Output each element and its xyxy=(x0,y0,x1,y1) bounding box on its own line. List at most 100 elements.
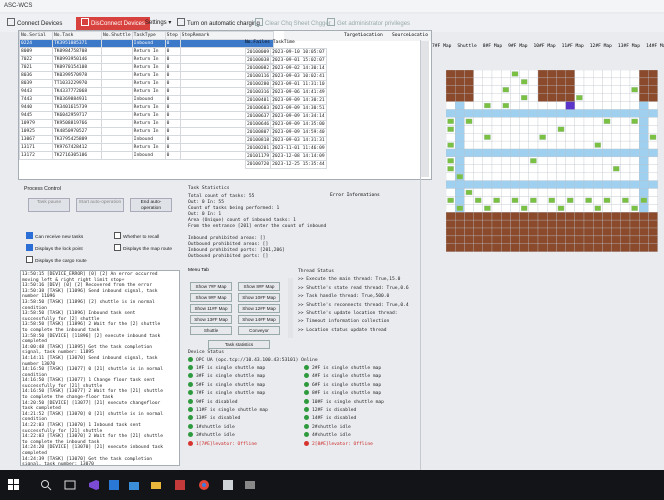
map-cell[interactable] xyxy=(510,85,520,94)
map-cell[interactable] xyxy=(519,133,529,142)
map-cell[interactable] xyxy=(482,117,493,126)
map-storage-zone[interactable] xyxy=(455,70,465,79)
map-cell[interactable] xyxy=(583,133,594,142)
map-storage-zone[interactable] xyxy=(446,227,456,237)
map-lane-cell[interactable] xyxy=(519,109,529,118)
map-storage-zone[interactable] xyxy=(547,212,557,221)
map-lane-cell[interactable] xyxy=(547,109,557,118)
map-cell[interactable] xyxy=(556,164,566,173)
map-cell[interactable] xyxy=(537,204,548,213)
map-storage-zone[interactable] xyxy=(473,243,483,252)
map-lane-cell[interactable] xyxy=(464,148,474,158)
map-lane-cell[interactable] xyxy=(602,180,612,189)
map-storage-zone[interactable] xyxy=(565,243,575,252)
map-storage-zone[interactable] xyxy=(639,93,649,102)
map-storage-zone[interactable] xyxy=(648,227,658,237)
map-cell[interactable] xyxy=(629,196,640,205)
map-shuttle-cell[interactable] xyxy=(622,197,629,203)
map-cell[interactable] xyxy=(528,164,539,173)
menu-button[interactable]: Conveyor xyxy=(238,326,280,335)
map-storage-zone[interactable] xyxy=(501,243,511,252)
table-row[interactable]: 7443 TK0369884931 Inbound 0 xyxy=(19,95,274,104)
map-storage-zone[interactable] xyxy=(455,227,465,237)
map-lane-cell[interactable] xyxy=(620,180,631,189)
menu-button[interactable]: Show 11#F Map xyxy=(190,304,232,313)
map-lane-cell[interactable] xyxy=(565,180,575,189)
map-cell[interactable] xyxy=(583,85,594,94)
map-cell[interactable] xyxy=(593,156,603,165)
map-shuttle-cell[interactable] xyxy=(502,87,510,93)
map-lane-cell[interactable] xyxy=(455,164,465,173)
map-cell[interactable] xyxy=(574,85,585,94)
map-storage-zone[interactable] xyxy=(611,227,621,237)
map-lane-cell[interactable] xyxy=(473,148,483,158)
map-cell[interactable] xyxy=(501,164,511,173)
map-cell[interactable] xyxy=(574,188,585,197)
history-row[interactable]: 20100637 2023-09-09 14:34:14 xyxy=(244,112,327,121)
map-cell[interactable] xyxy=(473,172,483,181)
map-cell[interactable] xyxy=(528,204,539,213)
menu-button[interactable]: Shuttle xyxy=(190,326,232,335)
map-shuttle-cell[interactable] xyxy=(447,197,454,203)
map-lane-cell[interactable] xyxy=(482,180,493,189)
chk-map-route[interactable]: Displays the map route xyxy=(114,244,172,252)
map-cell[interactable] xyxy=(482,164,493,173)
map-lane-cell[interactable] xyxy=(565,109,575,118)
map-storage-zone[interactable] xyxy=(583,212,594,221)
map-lane-cell[interactable] xyxy=(639,172,649,181)
map-cell[interactable] xyxy=(528,77,539,86)
map-storage-zone[interactable] xyxy=(556,77,566,86)
map-cell[interactable] xyxy=(482,140,493,150)
map-storage-zone[interactable] xyxy=(510,212,520,221)
map-storage-zone[interactable] xyxy=(501,235,511,244)
map-cell[interactable] xyxy=(473,117,483,126)
map-cell[interactable] xyxy=(602,101,612,110)
map-cell[interactable] xyxy=(620,117,631,126)
table-row[interactable]: 10925 TK4850970527 Return In 0 xyxy=(19,127,274,136)
task-pause-button[interactable]: Task pause xyxy=(28,198,70,212)
chrome-icon[interactable] xyxy=(198,479,210,491)
table-row[interactable]: 7022 TK0993950146 Return In 0 xyxy=(19,55,274,64)
map-cell[interactable] xyxy=(593,70,603,79)
map-shuttle-cell[interactable] xyxy=(576,95,583,101)
map-cell[interactable] xyxy=(629,93,640,102)
task-view-icon[interactable] xyxy=(64,479,76,491)
map-cell[interactable] xyxy=(574,117,585,126)
map-lane-cell[interactable] xyxy=(574,109,585,118)
map-cell[interactable] xyxy=(583,156,594,165)
map-lane-cell[interactable] xyxy=(519,148,529,158)
map-cell[interactable] xyxy=(565,164,575,173)
history-row[interactable]: 20100807 2023-09-09 14:59:40 xyxy=(244,128,327,137)
map-cell[interactable] xyxy=(501,117,511,126)
map-cell[interactable] xyxy=(565,125,575,134)
map-cell[interactable] xyxy=(611,93,621,102)
map-lane-cell[interactable] xyxy=(482,148,493,158)
map-lane-cell[interactable] xyxy=(639,117,649,126)
map-cell[interactable] xyxy=(482,156,493,165)
map-lane-cell[interactable] xyxy=(648,180,658,189)
map-lane-cell[interactable] xyxy=(593,180,603,189)
map-lane-cell[interactable] xyxy=(556,109,566,118)
map-cell[interactable] xyxy=(528,125,539,134)
map-lane-cell[interactable] xyxy=(639,164,649,173)
map-lane-cell[interactable] xyxy=(593,109,603,118)
map-cell[interactable] xyxy=(547,117,557,126)
map-storage-zone[interactable] xyxy=(519,227,529,237)
map-storage-zone[interactable] xyxy=(556,212,566,221)
map-storage-zone[interactable] xyxy=(537,93,548,102)
map-lane-cell[interactable] xyxy=(639,125,649,134)
map-cell[interactable] xyxy=(446,172,456,181)
map-storage-zone[interactable] xyxy=(556,85,566,94)
map-cell[interactable] xyxy=(473,204,483,213)
map-storage-zone[interactable] xyxy=(528,235,539,244)
map-cell[interactable] xyxy=(501,196,511,205)
map-cell[interactable] xyxy=(583,70,594,79)
map-storage-zone[interactable] xyxy=(537,243,548,252)
map-cell[interactable] xyxy=(565,204,575,213)
map-cell[interactable] xyxy=(602,156,612,165)
map-storage-zone[interactable] xyxy=(547,70,557,79)
map-shuttle-cell[interactable] xyxy=(447,118,454,124)
map-lane-cell[interactable] xyxy=(473,180,483,189)
map-lane-cell[interactable] xyxy=(547,148,557,158)
map-shuttle-cell[interactable] xyxy=(474,197,482,203)
